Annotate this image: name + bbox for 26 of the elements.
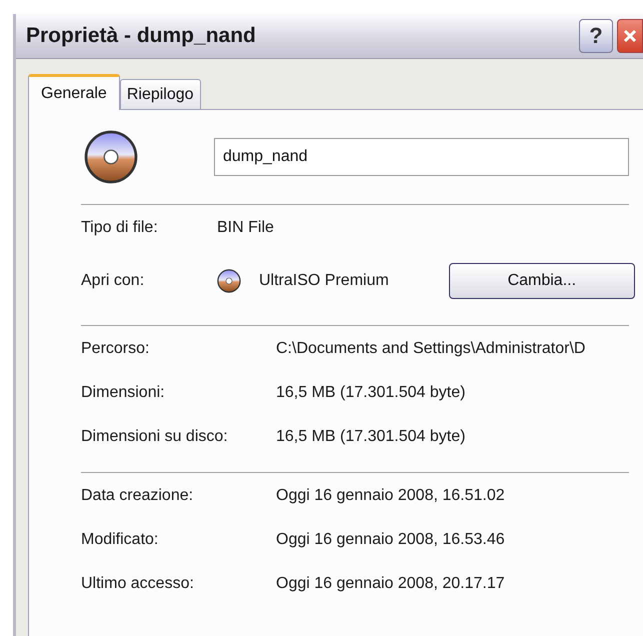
property-value: Oggi 16 gennaio 2008, 16.53.46 bbox=[276, 531, 506, 549]
property-label: Tipo di file: bbox=[81, 219, 159, 237]
property-label: Dimensioni: bbox=[81, 384, 166, 402]
property-value: Oggi 16 gennaio 2008, 20.17.17 bbox=[276, 575, 506, 593]
tab[interactable]: Riepilogo bbox=[120, 79, 201, 109]
property-value: BIN File bbox=[217, 219, 275, 237]
close-icon bbox=[623, 29, 637, 43]
property-value: UltraISO Premium bbox=[259, 272, 389, 290]
property-label: Dimensioni su disco: bbox=[81, 428, 229, 446]
property-label: Data creazione: bbox=[81, 487, 194, 505]
property-value: C:\Documents and Settings\Administrator\D bbox=[276, 340, 586, 358]
property-label: Percorso: bbox=[81, 340, 150, 358]
tab[interactable]: Generale bbox=[28, 74, 120, 110]
property-label: Modificato: bbox=[81, 531, 160, 549]
file-name-field[interactable]: dump_nand bbox=[214, 138, 629, 176]
property-value: 16,5 MB (17.301.504 byte) bbox=[276, 384, 466, 402]
disc-icon bbox=[84, 130, 138, 184]
window-title: Proprietà - dump_nand bbox=[26, 24, 257, 48]
property-value: Oggi 16 gennaio 2008, 16.51.02 bbox=[276, 487, 506, 505]
property-value: 16,5 MB (17.301.504 byte) bbox=[276, 428, 466, 446]
property-label: Apri con: bbox=[81, 272, 146, 290]
property-label: Ultimo accesso: bbox=[81, 575, 195, 593]
help-button[interactable]: ? bbox=[579, 19, 613, 53]
close-button[interactable] bbox=[617, 19, 643, 53]
change-button[interactable]: Cambia... bbox=[448, 263, 635, 299]
disc-icon bbox=[217, 269, 241, 293]
